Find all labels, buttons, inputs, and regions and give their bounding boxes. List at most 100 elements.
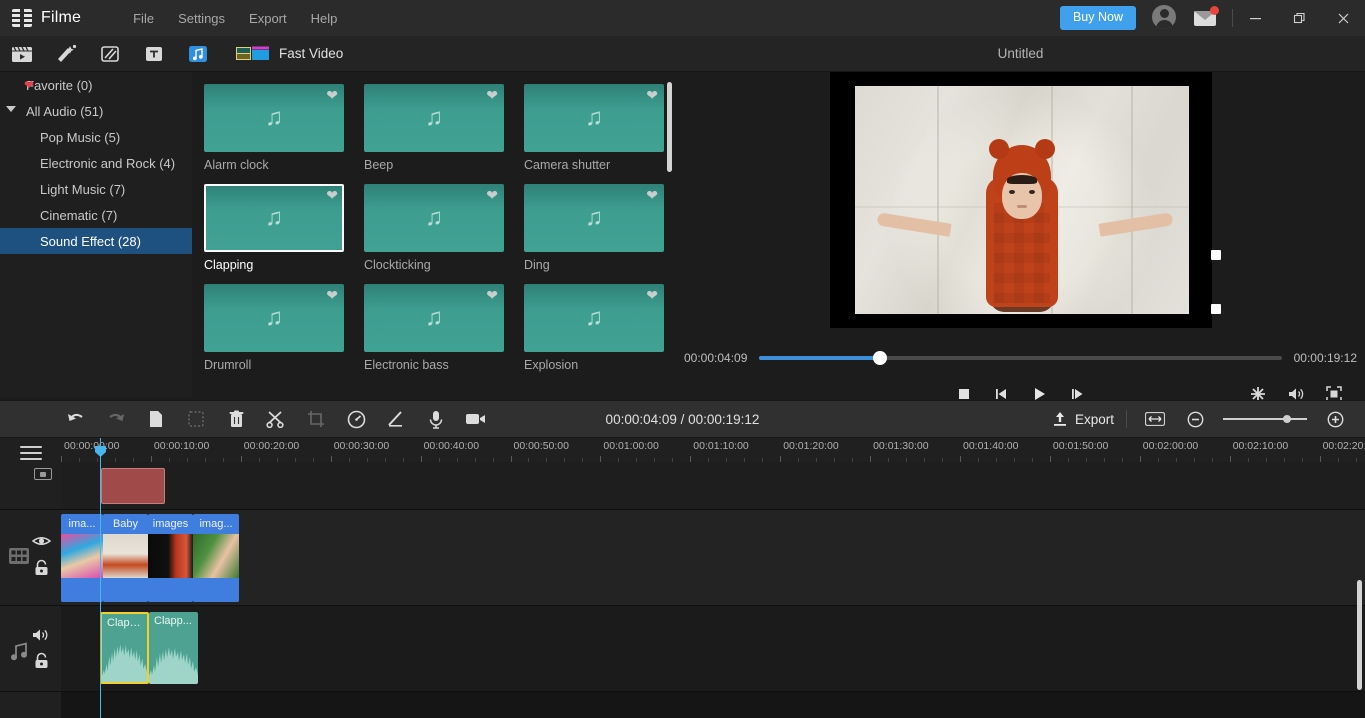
zoom-slider[interactable] xyxy=(1223,415,1307,423)
track-area-video[interactable]: ima... Baby images imag... xyxy=(61,510,1365,605)
zoom-in-button[interactable] xyxy=(1315,402,1355,436)
record-voice-button[interactable] xyxy=(416,402,456,436)
timeline-ruler[interactable]: 00:00:00:00 00:00:10:00 00:00:20:00 00:00:3… xyxy=(61,438,1365,462)
menu-export[interactable]: Export xyxy=(239,7,297,30)
media-item[interactable]: ♫ ❤ Explosion xyxy=(524,284,664,372)
lock-icon[interactable] xyxy=(33,652,50,675)
favorite-heart-icon[interactable]: ❤ xyxy=(646,287,658,304)
account-icon[interactable] xyxy=(1152,5,1178,31)
playhead[interactable] xyxy=(95,438,106,718)
ruler-tick-label: 00:01:00:00 xyxy=(603,440,659,452)
maximize-icon[interactable] xyxy=(1277,0,1321,36)
favorite-heart-icon[interactable]: ❤ xyxy=(646,187,658,204)
video-clip[interactable]: Baby xyxy=(103,514,148,602)
media-thumbnail[interactable]: ♫ ❤ xyxy=(204,84,344,152)
media-thumbnail[interactable]: ♫ ❤ xyxy=(364,184,504,252)
media-thumbnail[interactable]: ♫ ❤ xyxy=(524,84,664,152)
media-item[interactable]: ♫ ❤ Electronic bass xyxy=(364,284,504,372)
video-clip[interactable]: imag... xyxy=(193,514,239,602)
sidebar-item-light-music[interactable]: Light Music (7) xyxy=(0,176,192,202)
media-grid-scrollbar[interactable] xyxy=(667,82,672,392)
media-thumbnail[interactable]: ♫ ❤ xyxy=(364,284,504,352)
preview-seek-knob[interactable] xyxy=(872,351,887,365)
sidebar-item-pop-music[interactable]: Pop Music (5) xyxy=(0,124,192,150)
timeline-panel: 00:00:00:00 00:00:10:00 00:00:20:00 00:00:3… xyxy=(0,438,1365,718)
menu-file[interactable]: File xyxy=(123,7,164,30)
speed-button[interactable] xyxy=(336,402,376,436)
fit-to-timeline-button[interactable] xyxy=(1135,402,1175,436)
sidebar-item-sound-effect[interactable]: Sound Effect (28) xyxy=(0,228,192,254)
media-item[interactable]: ♫ ❤ Clockticking xyxy=(364,184,504,272)
timeline-menu-icon[interactable] xyxy=(20,446,42,460)
video-preview-stage[interactable] xyxy=(830,72,1221,328)
media-thumbnail[interactable]: ♫ ❤ xyxy=(364,84,504,152)
zoom-out-button[interactable] xyxy=(1175,402,1215,436)
record-screen-button[interactable] xyxy=(456,402,496,436)
color-edit-button[interactable] xyxy=(376,402,416,436)
buy-now-button[interactable]: Buy Now xyxy=(1059,6,1136,30)
favorite-heart-icon[interactable]: ❤ xyxy=(646,87,658,104)
redo-button xyxy=(96,402,136,436)
lock-icon[interactable] xyxy=(33,559,50,582)
timeline-vertical-scrollbar[interactable] xyxy=(1357,580,1362,690)
sidebar-item-cinematic[interactable]: Cinematic (7) xyxy=(0,202,192,228)
media-item[interactable]: ♫ ❤ Drumroll xyxy=(204,284,344,372)
favorite-heart-icon[interactable]: ❤ xyxy=(326,187,338,204)
preview-resize-handle-top[interactable] xyxy=(1211,250,1221,260)
favorite-heart-icon[interactable]: ❤ xyxy=(326,87,338,104)
sidebar-item-electronic-and-rock[interactable]: Electronic and Rock (4) xyxy=(0,150,192,176)
favorite-heart-icon[interactable]: ❤ xyxy=(486,187,498,204)
media-item[interactable]: ♫ ❤ Camera shutter xyxy=(524,84,664,172)
transitions-icon[interactable] xyxy=(88,36,132,72)
favorite-heart-icon[interactable]: ❤ xyxy=(486,287,498,304)
track-area-audio[interactable]: Clapp... Clapp... xyxy=(61,606,1365,691)
track-row-empty[interactable] xyxy=(0,692,1365,718)
fast-video-button[interactable]: Fast Video xyxy=(236,44,343,64)
eye-icon[interactable] xyxy=(31,534,52,553)
video-clip[interactable]: ima... xyxy=(61,514,103,602)
media-thumbnail[interactable]: ♫ ❤ xyxy=(204,184,344,252)
audio-icon[interactable] xyxy=(176,36,220,72)
split-button[interactable] xyxy=(256,402,296,436)
media-thumbnail[interactable]: ♫ ❤ xyxy=(204,284,344,352)
undo-button[interactable] xyxy=(56,402,96,436)
preview-resize-handle-bottom[interactable] xyxy=(1211,304,1221,314)
effects-icon[interactable] xyxy=(44,36,88,72)
media-grid: ♫ ❤ Alarm clock ♫ ❤ Beep ♫ ❤ Camera shut… xyxy=(192,72,676,372)
media-item-clapping[interactable]: ♫ ❤ Clapping xyxy=(204,184,344,272)
sidebar-item-favorite[interactable]: ❤ Favorite (0) xyxy=(0,72,192,98)
track-area-effects[interactable] xyxy=(61,462,1365,509)
media-thumbnail[interactable]: ♫ ❤ xyxy=(524,184,664,252)
media-item[interactable]: ♫ ❤ Alarm clock xyxy=(204,84,344,172)
menu-help[interactable]: Help xyxy=(301,7,348,30)
speaker-icon[interactable] xyxy=(31,627,51,648)
video-clip[interactable]: images xyxy=(148,514,193,602)
timeline-time-display: 00:00:04:09 / 00:00:19:12 xyxy=(605,411,760,427)
music-note-icon: ♫ xyxy=(425,304,443,331)
menu-settings[interactable]: Settings xyxy=(168,7,235,30)
caret-down-icon[interactable] xyxy=(6,106,16,112)
favorite-heart-icon[interactable]: ❤ xyxy=(326,287,338,304)
audio-clip-selected[interactable]: Clapp... xyxy=(100,612,149,684)
minimize-icon[interactable] xyxy=(1233,0,1277,36)
copy-button[interactable] xyxy=(136,402,176,436)
preview-seek-slider[interactable] xyxy=(759,351,1282,365)
edit-toolbar-right: Export xyxy=(1052,402,1365,436)
sidebar-item-all-audio[interactable]: All Audio (51) xyxy=(0,98,192,124)
close-icon[interactable] xyxy=(1321,0,1365,36)
zoom-slider-knob[interactable] xyxy=(1283,415,1291,423)
audio-clip[interactable]: Clapp... xyxy=(149,612,198,684)
sidebar-item-label: Sound Effect (28) xyxy=(40,233,141,249)
media-thumbnail[interactable]: ♫ ❤ xyxy=(524,284,664,352)
mail-icon[interactable] xyxy=(1192,5,1219,31)
ruler-tick-label: 00:00:50:00 xyxy=(513,440,569,452)
export-button[interactable]: Export xyxy=(1052,411,1114,427)
media-item[interactable]: ♫ ❤ Beep xyxy=(364,84,504,172)
track-header-video xyxy=(0,510,61,605)
effect-clip[interactable] xyxy=(101,468,165,504)
media-icon[interactable] xyxy=(0,36,44,72)
text-icon[interactable] xyxy=(132,36,176,72)
media-item[interactable]: ♫ ❤ Ding xyxy=(524,184,664,272)
favorite-heart-icon[interactable]: ❤ xyxy=(486,87,498,104)
delete-button[interactable] xyxy=(216,402,256,436)
